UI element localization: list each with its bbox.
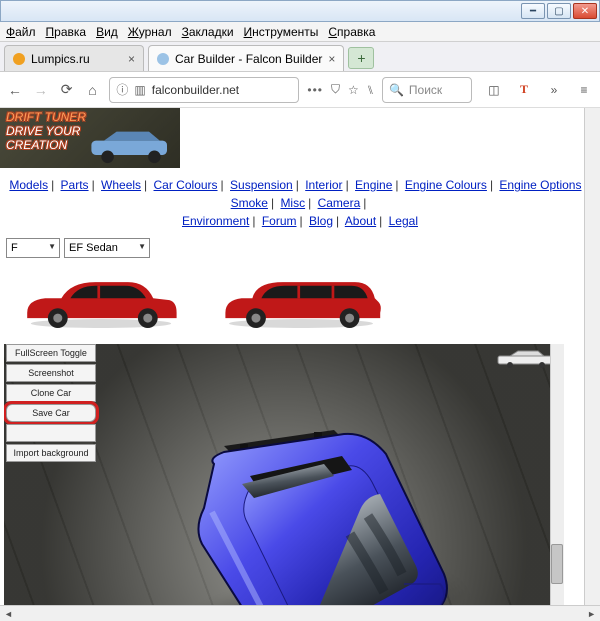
translate-icon[interactable]: T: [514, 80, 534, 100]
nav-links: Models| Parts| Wheels| Car Colours| Susp…: [0, 174, 600, 236]
library-icon[interactable]: ⑊: [367, 83, 374, 97]
nav-link[interactable]: Misc: [280, 196, 305, 210]
nav-link[interactable]: Engine Options: [499, 178, 581, 192]
nav-link[interactable]: Blog: [309, 214, 333, 228]
make-select[interactable]: F: [6, 238, 60, 258]
save-car-button[interactable]: Save Car: [6, 404, 96, 422]
url-bar[interactable]: ⓘ ▥ falconbuilder.net: [109, 77, 299, 103]
import-background-button[interactable]: Import background: [6, 444, 96, 462]
forward-button[interactable]: →: [32, 77, 50, 103]
car-3d-viewport[interactable]: FullScreen Toggle Screenshot Clone Car S…: [4, 344, 564, 605]
screenshot-button[interactable]: Screenshot: [6, 364, 96, 382]
tab-label: Lumpics.ru: [31, 52, 90, 66]
nav-link[interactable]: Wheels: [101, 178, 141, 192]
browser-menubar: Файл Правка Вид Журнал Закладки Инструме…: [0, 22, 600, 42]
menu-history[interactable]: Журнал: [128, 25, 172, 39]
nav-link[interactable]: Forum: [262, 214, 297, 228]
search-icon: 🔍: [389, 83, 404, 97]
page-viewport: DRIFT TUNER DRIVE YOUR CREATION Models| …: [0, 108, 600, 605]
page-scrollbar[interactable]: [584, 108, 600, 605]
minimize-button[interactable]: ━: [521, 3, 545, 19]
tab-label: Car Builder - Falcon Builder: [175, 52, 322, 66]
nav-link[interactable]: Models: [9, 178, 48, 192]
menu-file[interactable]: Файл: [6, 25, 36, 39]
variant-wagon[interactable]: [206, 266, 396, 336]
close-window-button[interactable]: ✕: [573, 3, 597, 19]
viewport-side-panel: FullScreen Toggle Screenshot Clone Car S…: [6, 344, 96, 462]
favicon-icon: [13, 53, 25, 65]
clone-car-button[interactable]: Clone Car: [6, 384, 96, 402]
tab-strip: Lumpics.ru × Car Builder - Falcon Builde…: [0, 42, 600, 72]
tab-lumpics[interactable]: Lumpics.ru ×: [4, 45, 144, 71]
nav-link[interactable]: Camera: [318, 196, 361, 210]
page-actions-icon[interactable]: •••: [307, 83, 323, 97]
nav-link[interactable]: Legal: [389, 214, 418, 228]
back-button[interactable]: ←: [6, 77, 24, 103]
favicon-icon: [157, 53, 169, 65]
page-content: DRIFT TUNER DRIVE YOUR CREATION Models| …: [0, 108, 600, 605]
variant-sedan[interactable]: [6, 266, 196, 336]
tab-close-icon[interactable]: ×: [128, 52, 135, 66]
tracking-icon[interactable]: ▥: [134, 83, 145, 97]
nav-link[interactable]: Environment: [182, 214, 249, 228]
search-placeholder: Поиск: [409, 83, 442, 97]
variant-thumbnails: [0, 262, 600, 344]
scroll-left-icon[interactable]: ◄: [4, 609, 13, 619]
browser-toolbar: ← → ⟳ ⌂ ⓘ ▥ falconbuilder.net ••• ⛉ ☆ ⑊ …: [0, 72, 600, 108]
banner-line: DRIFT TUNER: [6, 110, 86, 124]
window-titlebar: ━ ▢ ✕: [0, 0, 600, 22]
reload-button[interactable]: ⟳: [58, 77, 76, 103]
bookmark-star-icon[interactable]: ☆: [348, 83, 359, 97]
banner-line: DRIVE YOUR: [6, 124, 86, 138]
menu-tools[interactable]: Инструменты: [244, 25, 319, 39]
viewport-scrollbar-thumb[interactable]: [551, 544, 563, 584]
menu-view[interactable]: Вид: [96, 25, 118, 39]
fullscreen-toggle-button[interactable]: FullScreen Toggle: [6, 344, 96, 362]
hamburger-menu-icon[interactable]: ≡: [574, 80, 594, 100]
sidebar-icon[interactable]: ◫: [484, 80, 504, 100]
new-tab-button[interactable]: +: [348, 47, 374, 69]
nav-link[interactable]: Suspension: [230, 178, 293, 192]
nav-link[interactable]: Engine: [355, 178, 392, 192]
horizontal-scrollbar[interactable]: ◄ ►: [0, 605, 600, 621]
blank-button[interactable]: [6, 424, 96, 442]
search-bar[interactable]: 🔍 Поиск: [382, 77, 472, 103]
banner-car-icon: [86, 128, 176, 164]
model-select-row: F EF Sedan: [0, 236, 600, 262]
tab-carbuilder[interactable]: Car Builder - Falcon Builder ×: [148, 45, 344, 71]
scroll-right-icon[interactable]: ►: [587, 609, 596, 619]
home-button[interactable]: ⌂: [84, 77, 102, 103]
tab-close-icon[interactable]: ×: [328, 52, 335, 66]
menu-edit[interactable]: Правка: [46, 25, 87, 39]
mini-preview-icon: [496, 350, 556, 368]
banner-line: CREATION: [6, 138, 86, 152]
menu-bookmarks[interactable]: Закладки: [182, 25, 234, 39]
ad-banner[interactable]: DRIFT TUNER DRIVE YOUR CREATION: [0, 108, 180, 168]
car-3d-render: [154, 424, 454, 605]
nav-link[interactable]: Smoke: [231, 196, 268, 210]
shield-icon[interactable]: ⛉: [331, 82, 340, 97]
url-text: falconbuilder.net: [152, 83, 239, 97]
menu-help[interactable]: Справка: [328, 25, 375, 39]
info-icon[interactable]: ⓘ: [116, 81, 128, 98]
maximize-button[interactable]: ▢: [547, 3, 571, 19]
nav-link[interactable]: Car Colours: [154, 178, 218, 192]
nav-link[interactable]: Interior: [305, 178, 342, 192]
overflow-icon[interactable]: »: [544, 80, 564, 100]
nav-link[interactable]: Parts: [61, 178, 89, 192]
model-select[interactable]: EF Sedan: [64, 238, 150, 258]
nav-link[interactable]: Engine Colours: [405, 178, 487, 192]
nav-link[interactable]: About: [345, 214, 376, 228]
